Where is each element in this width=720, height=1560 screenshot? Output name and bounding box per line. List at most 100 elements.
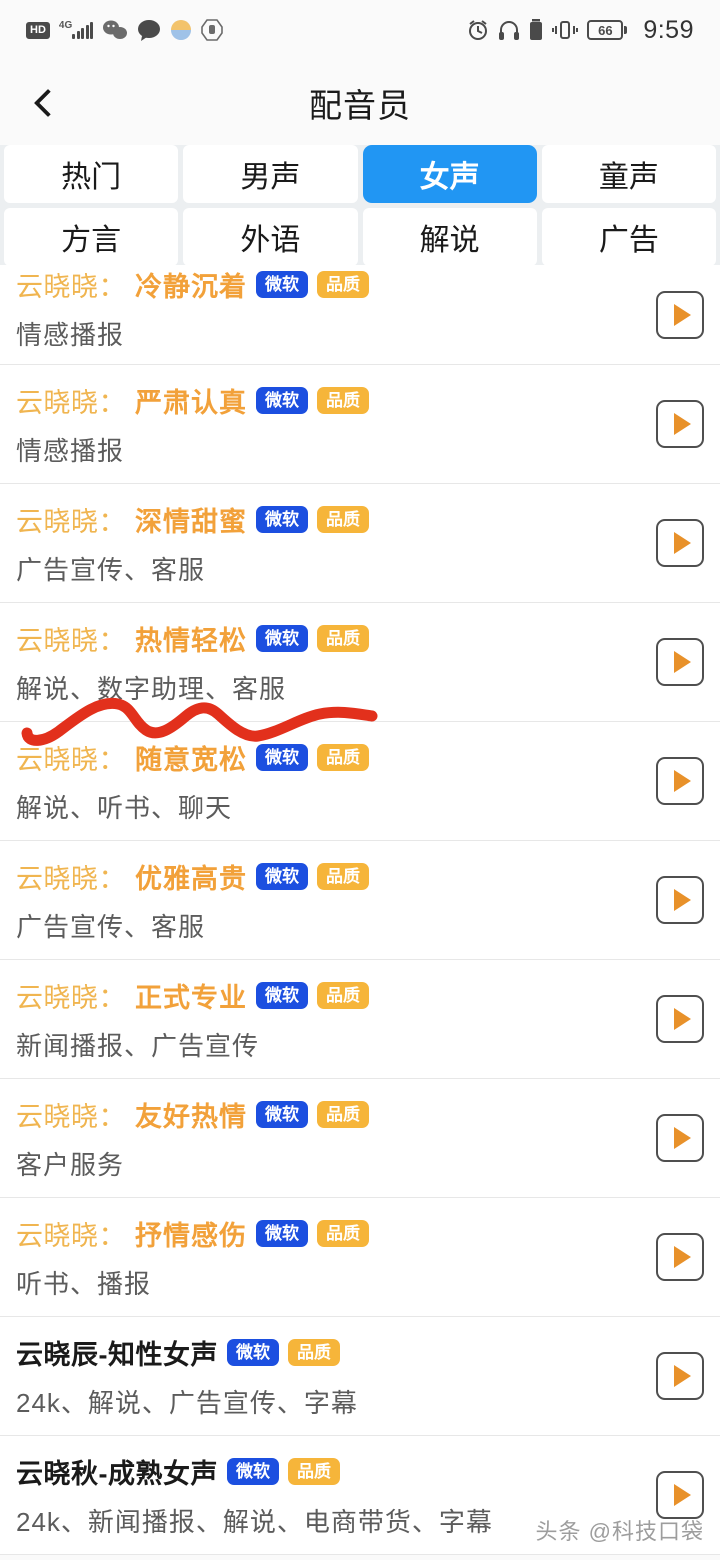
tab-narration[interactable]: 解说: [362, 208, 537, 266]
tab-male[interactable]: 男声: [183, 145, 358, 203]
message-icon: [137, 19, 161, 41]
play-button[interactable]: [656, 1471, 704, 1519]
category-tabs: 热门 男声 女声 童声 方言 外语 解说 广告: [0, 145, 720, 270]
status-bar: HD 4G 66 9:59: [0, 0, 720, 60]
badge-microsoft: 微软: [256, 1100, 308, 1129]
badge-microsoft: 微软: [256, 1219, 308, 1248]
hd-icon: HD: [26, 21, 50, 39]
tab-foreign[interactable]: 外语: [183, 208, 358, 266]
voice-row[interactable]: 云晓晓： 冷静沉着 微软 品质情感播报: [0, 265, 720, 365]
tab-ads[interactable]: 广告: [541, 208, 716, 266]
wechat-icon: [102, 19, 128, 41]
badge-microsoft: 微软: [256, 624, 308, 653]
vibrate-icon: [552, 19, 579, 41]
badge-microsoft: 微软: [256, 862, 308, 891]
voice-title: 云晓晓： 正式专业 微软 品质: [16, 960, 704, 1015]
battery-small-icon: [529, 19, 543, 41]
play-button[interactable]: [656, 400, 704, 448]
status-bar-clock: 9:59: [643, 15, 694, 44]
voice-tags: 客户服务: [16, 1150, 125, 1180]
voice-title: 云晓晓： 热情轻松 微软 品质: [16, 603, 704, 658]
battery-icon: 66: [587, 20, 628, 40]
voice-row[interactable]: 云晓晓： 随意宽松 微软 品质解说、听书、聊天: [0, 722, 720, 841]
badge-quality: 品质: [317, 743, 369, 772]
voice-name: 优雅高贵: [135, 864, 247, 894]
weather-icon: [170, 19, 192, 41]
play-icon: [673, 651, 691, 673]
voice-list: 云晓晓： 冷静沉着 微软 品质 情感播报 云晓晓： 严肃认真 微软 品质 情感播报 云晓晓： 深情甜蜜…: [0, 265, 720, 1555]
voice-prefix: 云晓晓：: [16, 864, 126, 894]
tab-hot[interactable]: 热门: [4, 145, 179, 203]
voice-prefix: 云晓晓：: [16, 1102, 126, 1132]
badge-microsoft: 微软: [256, 505, 308, 534]
voice-tags: 听书、播报: [16, 1269, 152, 1299]
voice-name: 严肃认真: [135, 388, 247, 418]
watermark: 头条 @科技口袋: [535, 1519, 704, 1544]
voice-prefix: 云晓晓：: [16, 745, 126, 775]
badge-quality: 品质: [288, 1338, 340, 1367]
4g-signal-icon: 4G: [59, 20, 94, 39]
chevron-left-icon: [33, 88, 63, 117]
voice-row[interactable]: 云晓晓： 正式专业 微软 品质 新闻播报、广告宣传: [0, 960, 720, 1079]
badge-quality: 品质: [317, 505, 369, 534]
tab-dialect[interactable]: 方言: [4, 208, 179, 266]
back-button[interactable]: [20, 75, 76, 131]
play-button[interactable]: [656, 1233, 704, 1281]
tab-child[interactable]: 童声: [541, 145, 716, 203]
play-icon: [673, 303, 691, 326]
voice-name: 友好热情: [135, 1102, 247, 1132]
voice-prefix: 云晓晓：: [16, 1221, 126, 1251]
voice-title: 云晓秋-成熟女声 微软 品质: [16, 1436, 704, 1491]
voice-row[interactable]: 云晓晓： 热情轻松 微软 品质 解说、数字助理、客服: [0, 603, 720, 722]
voice-row[interactable]: 云晓晓： 严肃认真 微软 品质 情感播报: [0, 365, 720, 484]
status-bar-left: HD 4G: [26, 19, 224, 41]
tab-female[interactable]: 女声: [362, 145, 537, 203]
badge-quality: 品质: [317, 624, 369, 653]
voice-row[interactable]: 云晓晓： 深情甜蜜 微软 品质 广告宣传、客服: [0, 484, 720, 603]
voice-tags: 24k、解说、广告宣传、字幕: [16, 1388, 358, 1418]
voice-actor-screen: HD 4G 66 9:59 配音员 热门 男声 女声 童声 方言 外语 解说 广…: [0, 0, 720, 1560]
status-bar-right: 66 9:59: [467, 16, 694, 45]
voice-tags: 情感播报: [16, 320, 125, 350]
voice-name: 云晓秋-成熟女声: [16, 1459, 218, 1489]
badge-quality: 品质: [317, 1100, 369, 1129]
voice-prefix: 云晓晓：: [16, 507, 126, 537]
play-button[interactable]: [656, 1352, 704, 1400]
voice-title: 云晓晓： 冷静沉着 微软 品质: [16, 265, 704, 304]
play-button[interactable]: [656, 757, 704, 805]
voice-row[interactable]: 云晓晓： 抒情感伤 微软 品质 听书、播报: [0, 1198, 720, 1317]
badge-microsoft: 微软: [256, 270, 308, 299]
badge-microsoft: 微软: [256, 386, 308, 415]
play-button[interactable]: [656, 519, 704, 567]
voice-name: 云晓辰-知性女声: [16, 1340, 218, 1370]
badge-quality: 品质: [317, 862, 369, 891]
badge-microsoft: 微软: [227, 1338, 279, 1367]
voice-row[interactable]: 云晓辰-知性女声 微软 品质 24k、解说、广告宣传、字幕: [0, 1317, 720, 1436]
badge-microsoft: 微软: [256, 981, 308, 1010]
play-icon: [673, 889, 691, 911]
voice-row[interactable]: 云晓晓： 友好热情 微软 品质客户服务: [0, 1079, 720, 1198]
play-button[interactable]: [656, 290, 704, 339]
play-icon: [673, 1365, 691, 1387]
play-icon: [673, 770, 691, 792]
stop-hand-icon: [201, 19, 224, 41]
badge-microsoft: 微软: [227, 1457, 279, 1486]
play-button[interactable]: [656, 995, 704, 1043]
play-icon: [673, 1008, 691, 1030]
voice-tags: 解说、听书、聊天: [16, 793, 233, 823]
voice-title: 云晓晓： 深情甜蜜 微软 品质: [16, 484, 704, 539]
play-button[interactable]: [656, 876, 704, 924]
play-icon: [673, 1484, 691, 1506]
page-title: 配音员: [309, 86, 411, 124]
voice-prefix: 云晓晓：: [16, 272, 126, 302]
badge-quality: 品质: [288, 1457, 340, 1486]
voice-title: 云晓晓： 随意宽松 微软 品质: [16, 722, 704, 777]
voice-title: 云晓晓： 优雅高贵 微软 品质: [16, 841, 704, 896]
badge-quality: 品质: [317, 981, 369, 1010]
play-button[interactable]: [656, 1114, 704, 1162]
play-button[interactable]: [656, 638, 704, 686]
play-icon: [673, 1246, 691, 1268]
voice-title: 云晓辰-知性女声 微软 品质: [16, 1317, 704, 1372]
badge-quality: 品质: [317, 1219, 369, 1248]
voice-row[interactable]: 云晓晓： 优雅高贵 微软 品质 广告宣传、客服: [0, 841, 720, 960]
